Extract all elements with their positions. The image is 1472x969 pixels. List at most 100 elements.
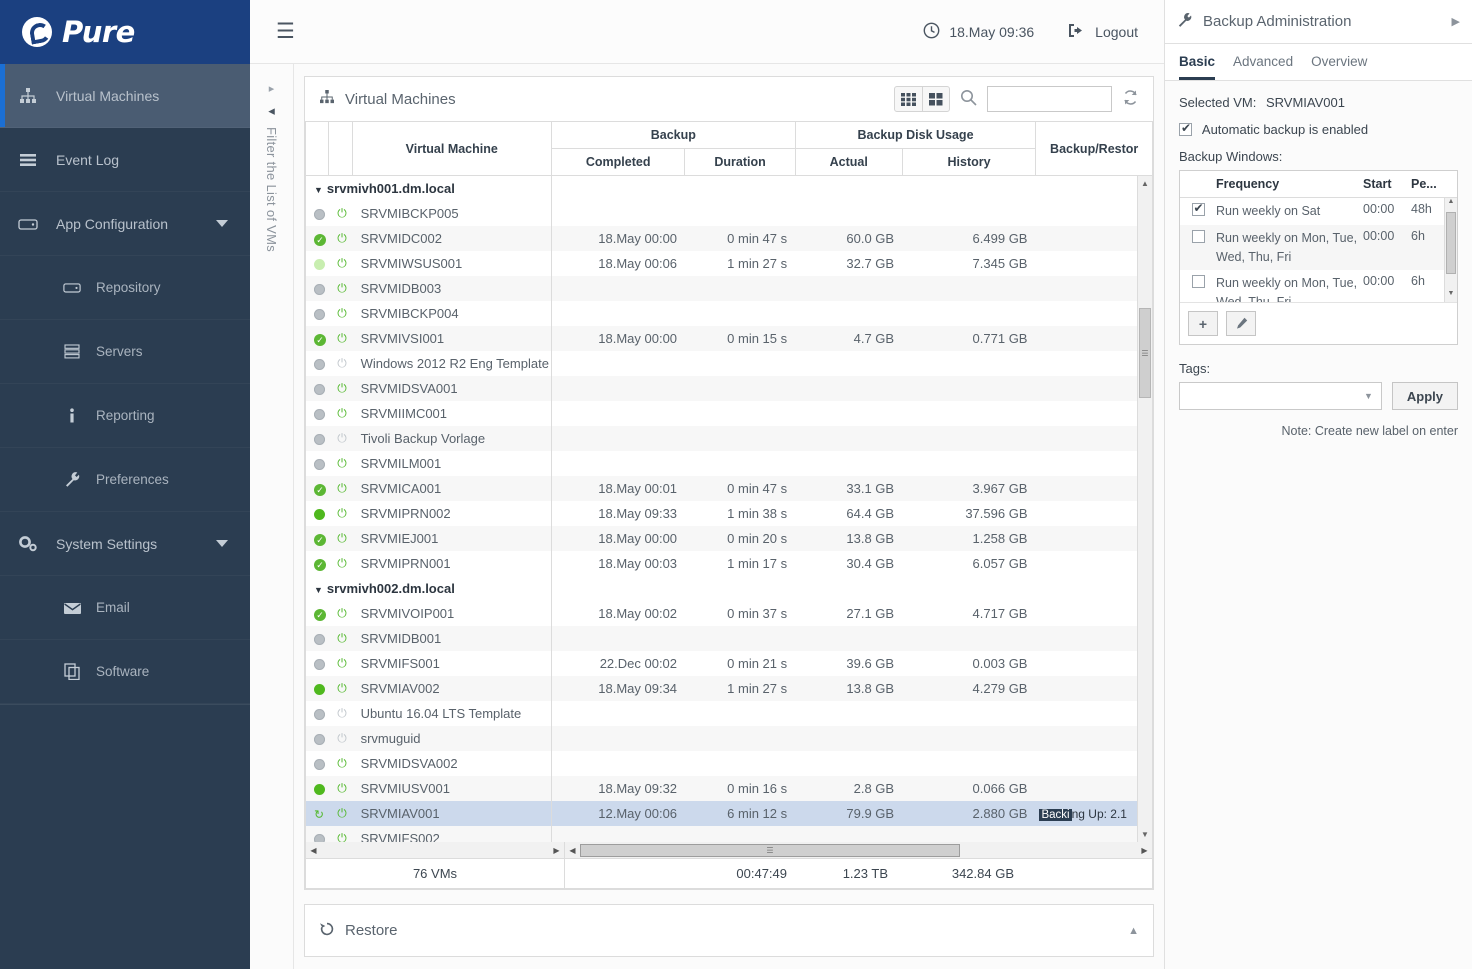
filter-rail[interactable]: ▸ ◂ Filter the List of VMs [250, 64, 294, 969]
backup-window-item[interactable]: Run weekly on Mon, Tue, Wed, Thu, Fri 00:… [1180, 224, 1457, 271]
row-vm-name[interactable]: SRVMIDB001 [352, 626, 553, 651]
host-group-row[interactable]: ▼ srvmivh001.dm.local [306, 176, 1152, 201]
row-vm-name[interactable]: SRVMIWSUS001 [352, 251, 553, 276]
bw-scroll-thumb[interactable] [1446, 212, 1456, 274]
restore-panel[interactable]: Restore ▲ [304, 904, 1154, 957]
backup-windows-scrollbar[interactable]: ▲ ▼ [1444, 198, 1457, 302]
table-row[interactable]: ✓ ⏻ SRVMIVSI001 18.May 00:00 0 min 15 s 4.7 G… [306, 326, 1152, 351]
table-row[interactable]: ⏻ SRVMIPRN002 18.May 09:33 1 min 38 s 64.4 G… [306, 501, 1152, 526]
scroll-right-arrow[interactable]: ▶ [549, 846, 564, 855]
row-vm-name[interactable]: SRVMIVSI001 [352, 326, 553, 351]
row-vm-name[interactable]: SRVMIDSVA002 [352, 751, 553, 776]
table-row[interactable]: ⏻ SRVMIBCKP005 [306, 201, 1152, 226]
table-row[interactable]: ⏻ SRVMIFS002 [306, 826, 1152, 843]
table-row[interactable]: ⏻ SRVMIDB001 [306, 626, 1152, 651]
chevron-up-icon[interactable]: ▲ [1128, 925, 1139, 937]
horizontal-scrollbars[interactable]: ◀ ▶ ◀ ☰ ▶ [305, 842, 1153, 860]
search-icon[interactable] [960, 89, 977, 109]
tags-select[interactable]: ▼ [1179, 382, 1382, 410]
chevron-down-icon[interactable]: ▼ [1364, 391, 1373, 401]
table-row[interactable]: ↻ ⏻ SRVMIAV001 12.May 00:06 6 min 12 s 79.9 G… [306, 801, 1152, 826]
chevron-right-icon[interactable]: ▸ [269, 82, 275, 95]
sidebar-item-app-configuration[interactable]: App Configuration [0, 192, 250, 256]
table-row[interactable]: ⏻ SRVMIDSVA001 [306, 376, 1152, 401]
row-vm-name[interactable]: SRVMIIMC001 [352, 401, 553, 426]
automatic-backup-checkbox[interactable] [1179, 121, 1192, 136]
table-row[interactable]: ⏻ SRVMIUSV001 18.May 09:32 0 min 16 s 2.8 GB… [306, 776, 1152, 801]
row-vm-name[interactable]: SRVMIPRN001 [352, 551, 553, 576]
col-actual[interactable]: Actual [794, 148, 903, 176]
sidebar-item-system-settings[interactable]: System Settings [0, 512, 250, 576]
left-horizontal-scrollbar[interactable]: ◀ ▶ [306, 842, 565, 859]
table-row[interactable]: ⏻ srvmuguid [306, 726, 1152, 751]
table-row[interactable]: ⏻ Tivoli Backup Vorlage [306, 426, 1152, 451]
vertical-scroll-thumb[interactable]: ☰ [1139, 308, 1151, 398]
right-horizontal-scrollbar[interactable]: ◀ ☰ ▶ [565, 842, 1152, 858]
scroll-right-arrow-2[interactable]: ▶ [1137, 846, 1152, 855]
right-scroll-track[interactable]: ☰ [580, 843, 1137, 857]
hamburger-icon[interactable]: ☰ [276, 21, 295, 42]
row-vm-name[interactable]: SRVMIEJ001 [352, 526, 553, 551]
chevron-right-icon[interactable]: ▶ [1452, 15, 1460, 28]
scroll-up-arrow[interactable]: ▲ [1138, 176, 1152, 191]
table-row[interactable]: ⏻ Windows 2012 R2 Eng Template [306, 351, 1152, 376]
scroll-left-arrow[interactable]: ◀ [306, 846, 321, 855]
tab-basic[interactable]: Basic [1179, 54, 1216, 80]
row-vm-name[interactable]: SRVMIAV001 [352, 801, 553, 826]
apply-button[interactable]: Apply [1391, 382, 1458, 410]
col-completed[interactable]: Completed [550, 148, 686, 176]
table-row[interactable]: ✓ ⏻ SRVMIPRN001 18.May 00:03 1 min 17 s 30.4 … [306, 551, 1152, 576]
backup-window-checkbox[interactable] [1180, 201, 1216, 221]
table-row[interactable]: ⏻ SRVMIDSVA002 [306, 751, 1152, 776]
scroll-left-arrow-2[interactable]: ◀ [565, 846, 580, 855]
bw-scroll-up[interactable]: ▲ [1445, 198, 1457, 210]
row-vm-name[interactable]: SRVMIUSV001 [352, 776, 553, 801]
row-vm-name[interactable]: Windows 2012 R2 Eng Template [352, 351, 553, 376]
tab-overview[interactable]: Overview [1311, 54, 1367, 80]
col-backup-restore[interactable]: Backup/Restor [1035, 122, 1153, 176]
backup-window-checkbox[interactable] [1180, 229, 1216, 267]
chevron-down-icon[interactable] [216, 220, 228, 227]
table-row[interactable]: ⏻ SRVMIWSUS001 18.May 00:06 1 min 27 s 32.7 … [306, 251, 1152, 276]
table-row[interactable]: ✓ ⏻ SRVMIDC002 18.May 00:00 0 min 47 s 60.0 G… [306, 226, 1152, 251]
row-vm-name[interactable]: SRVMIDC002 [352, 226, 553, 251]
host-group-label[interactable]: ▼ srvmivh001.dm.local [306, 176, 553, 201]
tab-advanced[interactable]: Advanced [1233, 54, 1293, 80]
logout-button[interactable]: Logout [1068, 23, 1138, 41]
row-vm-name[interactable]: SRVMIVOIP001 [352, 601, 553, 626]
table-row[interactable]: ✓ ⏻ SRVMIVOIP001 18.May 00:02 0 min 37 s 27.1… [306, 601, 1152, 626]
table-row[interactable]: ⏻ SRVMIAV002 18.May 09:34 1 min 27 s 13.8 GB… [306, 676, 1152, 701]
tile-view-icon[interactable] [922, 87, 949, 111]
row-vm-name[interactable]: SRVMILM001 [352, 451, 553, 476]
sidebar-item-reporting[interactable]: Reporting [0, 384, 250, 448]
row-vm-name[interactable]: SRVMIFS001 [352, 651, 553, 676]
row-vm-name[interactable]: SRVMIFS002 [352, 826, 553, 843]
chevron-down-icon[interactable] [216, 540, 228, 547]
left-scroll-track[interactable] [321, 843, 549, 857]
table-row[interactable]: ✓ ⏻ SRVMIEJ001 18.May 00:00 0 min 20 s 13.8 G… [306, 526, 1152, 551]
sidebar-item-virtual-machines[interactable]: Virtual Machines [0, 64, 250, 128]
row-vm-name[interactable]: SRVMIAV002 [352, 676, 553, 701]
refresh-icon[interactable] [1122, 89, 1139, 109]
sidebar-item-software[interactable]: Software [0, 640, 250, 704]
backup-window-item[interactable]: Run weekly on Sat00:0048h [1180, 198, 1457, 225]
row-vm-name[interactable]: SRVMIBCKP005 [352, 201, 553, 226]
filter-icon[interactable]: ◂ [268, 103, 275, 119]
col-power[interactable] [328, 122, 353, 176]
automatic-backup-row[interactable]: Automatic backup is enabled [1179, 121, 1458, 137]
horizontal-scroll-thumb[interactable]: ☰ [580, 843, 960, 857]
col-duration[interactable]: Duration [684, 148, 796, 176]
row-vm-name[interactable]: Tivoli Backup Vorlage [352, 426, 553, 451]
table-row[interactable]: ⏻ SRVMIFS001 22.Dec 00:02 0 min 21 s 39.6 GB… [306, 651, 1152, 676]
sidebar-item-email[interactable]: Email [0, 576, 250, 640]
row-vm-name[interactable]: SRVMIDSVA001 [352, 376, 553, 401]
vertical-scrollbar[interactable]: ▲ ☰ ▼ [1137, 176, 1152, 843]
table-row[interactable]: ⏻ SRVMILM001 [306, 451, 1152, 476]
caret-down-icon[interactable]: ▼ [314, 585, 323, 595]
host-group-row[interactable]: ▼ srvmivh002.dm.local [306, 576, 1152, 601]
host-group-label[interactable]: ▼ srvmivh002.dm.local [306, 576, 553, 601]
row-vm-name[interactable]: Ubuntu 16.04 LTS Template [352, 701, 553, 726]
row-vm-name[interactable]: srvmuguid [352, 726, 553, 751]
plus-icon[interactable]: + [1188, 311, 1218, 336]
table-row[interactable]: ⏻ Ubuntu 16.04 LTS Template [306, 701, 1152, 726]
